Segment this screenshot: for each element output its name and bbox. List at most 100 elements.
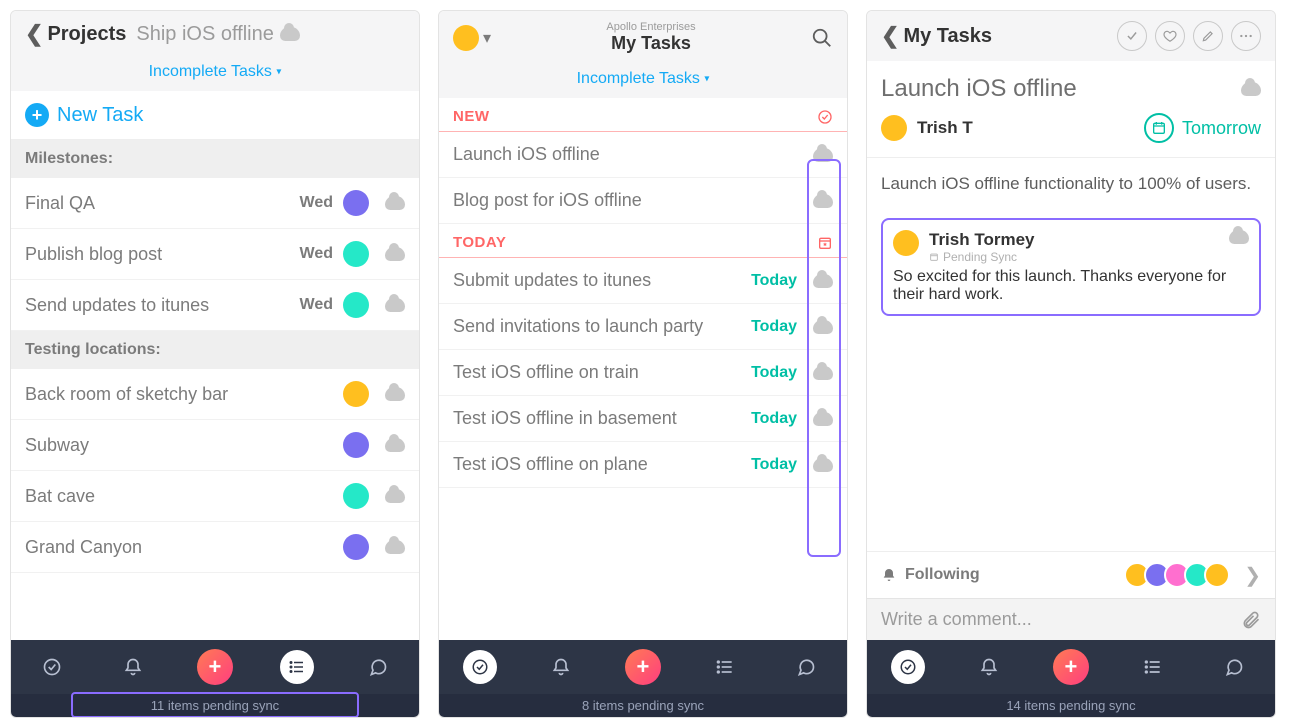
task-row[interactable]: Final QA Wed <box>11 178 419 229</box>
task-name: Send updates to itunes <box>25 295 290 316</box>
chevron-left-icon: ❮ <box>25 21 43 47</box>
bell-icon <box>881 567 897 583</box>
tab-mytasks-icon[interactable] <box>891 650 925 684</box>
cloud-icon <box>813 320 833 334</box>
task-name: Test iOS offline on train <box>453 362 741 383</box>
cloud-icon <box>385 298 405 312</box>
assignee-avatar[interactable] <box>343 292 369 318</box>
chevron-down-icon: ▾ <box>483 28 491 48</box>
attach-icon[interactable] <box>1241 610 1261 630</box>
tab-bar: + <box>867 640 1275 694</box>
tab-projects-icon[interactable] <box>1136 650 1170 684</box>
task-row[interactable]: Send updates to itunes Wed <box>11 280 419 331</box>
org-name: Apollo Enterprises <box>491 21 811 33</box>
back-label: My Tasks <box>903 25 992 48</box>
task-due: Today <box>751 318 797 336</box>
tab-projects-icon[interactable] <box>280 650 314 684</box>
assignee-avatar[interactable] <box>343 483 369 509</box>
task-name: Blog post for iOS offline <box>453 190 803 211</box>
task-row[interactable]: Test iOS offline on plane Today <box>439 442 847 488</box>
like-icon[interactable] <box>1155 21 1185 51</box>
task-row[interactable]: Test iOS offline in basement Today <box>439 396 847 442</box>
task-due: Today <box>751 456 797 474</box>
tab-projects-icon[interactable] <box>708 650 742 684</box>
tab-conversations-icon[interactable] <box>789 650 823 684</box>
task-row[interactable]: Subway <box>11 420 419 471</box>
tab-mytasks-icon[interactable] <box>463 650 497 684</box>
comment-input[interactable]: Write a comment... <box>867 598 1275 640</box>
cloud-icon <box>280 27 300 41</box>
filter-dropdown[interactable]: Incomplete Tasks ▾ <box>439 64 847 98</box>
assignee-avatar[interactable] <box>343 190 369 216</box>
back-button[interactable]: ❮ Projects <box>25 21 126 47</box>
cloud-icon <box>385 438 405 452</box>
comment-card[interactable]: Trish Tormey Pending Sync So excited for… <box>881 218 1261 316</box>
pending-sync-banner[interactable]: 11 items pending sync <box>11 694 419 717</box>
add-task-fab[interactable]: + <box>1053 649 1089 685</box>
task-title: Launch iOS offline <box>867 61 1275 109</box>
cloud-icon <box>813 148 833 162</box>
title-stack: Apollo Enterprises My Tasks <box>491 21 811 54</box>
task-row[interactable]: Publish blog post Wed <box>11 229 419 280</box>
back-button[interactable]: ❮ My Tasks <box>881 23 992 49</box>
follower-avatars[interactable] <box>1130 562 1230 588</box>
task-row[interactable]: Back room of sketchy bar <box>11 369 419 420</box>
assignee-avatar[interactable] <box>343 381 369 407</box>
tab-inbox-icon[interactable] <box>116 650 150 684</box>
comment-body: So excited for this launch. Thanks every… <box>893 268 1249 304</box>
task-description[interactable]: Launch iOS offline functionality to 100%… <box>867 158 1275 210</box>
tab-inbox-icon[interactable] <box>972 650 1006 684</box>
add-task-fab[interactable]: + <box>197 649 233 685</box>
comment-placeholder: Write a comment... <box>881 609 1241 630</box>
assignee-name[interactable]: Trish T <box>917 118 973 138</box>
tab-inbox-icon[interactable] <box>544 650 578 684</box>
tab-bar: + <box>439 640 847 694</box>
due-date-chip[interactable]: Tomorrow <box>1144 113 1261 143</box>
task-name: Test iOS offline on plane <box>453 454 741 475</box>
group-header-new[interactable]: NEW <box>439 98 847 132</box>
plus-icon: + <box>25 103 49 127</box>
task-name: Back room of sketchy bar <box>25 384 333 405</box>
screen-task-detail: ❮ My Tasks Launch iOS offline Trish T <box>866 10 1276 718</box>
tab-conversations-icon[interactable] <box>361 650 395 684</box>
task-row[interactable]: Send invitations to launch party Today <box>439 304 847 350</box>
project-title[interactable]: Ship iOS offline <box>136 23 405 46</box>
pending-sync-banner[interactable]: 14 items pending sync <box>867 694 1275 717</box>
follower-avatar[interactable] <box>1204 562 1230 588</box>
section-header-milestones: Milestones: <box>11 140 419 178</box>
following-row[interactable]: Following ❯ <box>867 551 1275 598</box>
assignee-avatar[interactable] <box>881 115 907 141</box>
cloud-icon <box>1241 82 1261 96</box>
chevron-right-icon[interactable]: ❯ <box>1244 563 1261 588</box>
task-due: Wed <box>300 245 333 263</box>
comment-avatar <box>893 230 919 256</box>
tab-conversations-icon[interactable] <box>1217 650 1251 684</box>
task-name: Launch iOS offline <box>453 144 803 165</box>
header: ❮ Projects Ship iOS offline <box>11 11 419 57</box>
page-title: My Tasks <box>491 33 811 54</box>
assignee-avatar[interactable] <box>343 534 369 560</box>
task-row[interactable]: Blog post for iOS offline <box>439 178 847 224</box>
cloud-icon <box>385 387 405 401</box>
task-due: Today <box>751 272 797 290</box>
task-row[interactable]: Bat cave <box>11 471 419 522</box>
assignee-avatar[interactable] <box>343 241 369 267</box>
task-row[interactable]: Submit updates to itunes Today <box>439 258 847 304</box>
filter-dropdown[interactable]: Incomplete Tasks ▾ <box>11 57 419 91</box>
workspace-switcher[interactable]: ▾ <box>453 25 491 51</box>
task-row[interactable]: Launch iOS offline <box>439 132 847 178</box>
group-header-today[interactable]: TODAY <box>439 224 847 258</box>
pending-sync-banner[interactable]: 8 items pending sync <box>439 694 847 717</box>
more-icon[interactable] <box>1231 21 1261 51</box>
task-due: Wed <box>300 194 333 212</box>
assignee-avatar[interactable] <box>343 432 369 458</box>
check-badge-icon <box>817 109 833 125</box>
task-row[interactable]: Test iOS offline on train Today <box>439 350 847 396</box>
complete-task-icon[interactable] <box>1117 21 1147 51</box>
search-icon[interactable] <box>811 27 833 49</box>
add-task-fab[interactable]: + <box>625 649 661 685</box>
task-row[interactable]: Grand Canyon <box>11 522 419 573</box>
new-task-button[interactable]: + New Task <box>11 91 419 140</box>
tab-mytasks-icon[interactable] <box>35 650 69 684</box>
edit-icon[interactable] <box>1193 21 1223 51</box>
